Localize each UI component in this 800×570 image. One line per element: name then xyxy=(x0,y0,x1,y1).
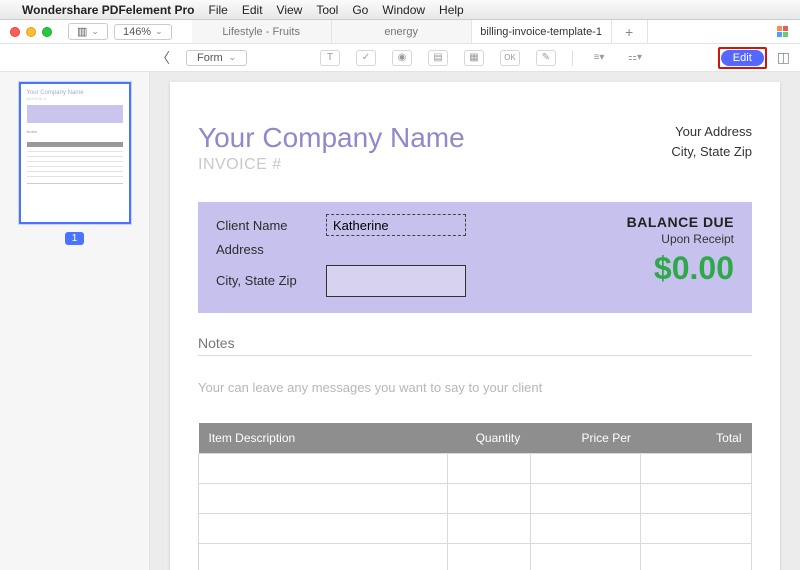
back-button[interactable]: 〈 xyxy=(150,48,176,68)
line-items-table: Item Description Quantity Price Per Tota… xyxy=(198,423,752,570)
address-line2: City, State Zip xyxy=(671,142,752,162)
app-grid-icon[interactable] xyxy=(777,26,788,37)
tab-billing-invoice[interactable]: billing-invoice-template-1 xyxy=(472,20,612,43)
chevron-down-icon: ⌄ xyxy=(155,26,163,37)
mode-dropdown[interactable]: Form ⌄ xyxy=(186,50,247,66)
separator xyxy=(572,50,573,66)
divider xyxy=(198,355,752,356)
upon-receipt-label: Upon Receipt xyxy=(627,232,734,246)
text-field-tool-icon[interactable]: T xyxy=(320,50,340,66)
tab-lifestyle[interactable]: Lifestyle - Fruits xyxy=(192,20,332,43)
menu-file[interactable]: File xyxy=(209,3,228,17)
radio-tool-icon[interactable]: ◉ xyxy=(392,50,412,66)
col-quantity: Quantity xyxy=(447,423,530,454)
document-page: Your Company Name INVOICE # Your Address… xyxy=(170,82,780,570)
close-window-icon[interactable] xyxy=(10,27,20,37)
main-area: Your Company Name INVOICE # Notes 1 Your… xyxy=(0,72,800,570)
signature-tool-icon[interactable]: ✎ xyxy=(536,50,556,66)
chevron-down-icon: ⌄ xyxy=(229,52,237,63)
client-address-field[interactable] xyxy=(326,265,466,297)
new-tab-button[interactable]: + xyxy=(612,20,648,43)
zoom-value: 146% xyxy=(123,26,151,38)
edit-button-highlight: Edit xyxy=(718,47,767,69)
menu-go[interactable]: Go xyxy=(352,3,368,17)
page-number-badge[interactable]: 1 xyxy=(65,232,85,245)
more-tools-icon[interactable]: ⚏▾ xyxy=(625,50,645,66)
invoice-label: INVOICE # xyxy=(198,156,465,174)
document-tabs: Lifestyle - Fruits energy billing-invoic… xyxy=(192,20,777,43)
menu-tool[interactable]: Tool xyxy=(316,3,338,17)
combo-tool-icon[interactable]: ▤ xyxy=(428,50,448,66)
page-thumbnail-1[interactable]: Your Company Name INVOICE # Notes xyxy=(19,82,131,224)
sidebar-view-dropdown[interactable]: ▥⌄ xyxy=(68,23,108,40)
table-row[interactable] xyxy=(199,544,752,570)
thumbnail-sidebar: Your Company Name INVOICE # Notes 1 xyxy=(0,72,150,570)
client-name-field[interactable] xyxy=(326,214,466,236)
notes-label: Notes xyxy=(198,335,752,351)
sidebar-view-icon: ▥ xyxy=(77,25,87,38)
balance-box: Client Name Address City, State Zip BALA… xyxy=(198,202,752,313)
balance-due-label: BALANCE DUE xyxy=(627,214,734,230)
client-address-label: Address xyxy=(216,242,326,257)
notes-placeholder[interactable]: Your can leave any messages you want to … xyxy=(198,380,752,395)
button-tool-icon[interactable]: OK xyxy=(500,50,520,66)
checkbox-tool-icon[interactable]: ✓ xyxy=(356,50,376,66)
mode-label: Form xyxy=(197,52,223,64)
fullscreen-window-icon[interactable] xyxy=(42,27,52,37)
document-canvas[interactable]: Your Company Name INVOICE # Your Address… xyxy=(150,72,800,570)
menu-edit[interactable]: Edit xyxy=(242,3,263,17)
col-item-description: Item Description xyxy=(199,423,448,454)
align-tool-icon[interactable]: ≡▾ xyxy=(589,50,609,66)
menu-help[interactable]: Help xyxy=(439,3,464,17)
window-controls xyxy=(0,27,62,37)
col-price-per: Price Per xyxy=(530,423,641,454)
menu-window[interactable]: Window xyxy=(382,3,425,17)
table-row[interactable] xyxy=(199,484,752,514)
col-total: Total xyxy=(641,423,752,454)
minimize-window-icon[interactable] xyxy=(26,27,36,37)
table-row[interactable] xyxy=(199,514,752,544)
menu-view[interactable]: View xyxy=(277,3,303,17)
address-line1: Your Address xyxy=(671,122,752,142)
form-tools: T ✓ ◉ ▤ ▦ OK ✎ ≡▾ ⚏▾ xyxy=(257,50,708,66)
chevron-down-icon: ⌄ xyxy=(91,26,99,37)
listbox-tool-icon[interactable]: ▦ xyxy=(464,50,484,66)
tab-energy[interactable]: energy xyxy=(332,20,472,43)
window-toolbar: ▥⌄ 146%⌄ Lifestyle - Fruits energy billi… xyxy=(0,20,800,44)
app-name[interactable]: Wondershare PDFelement Pro xyxy=(22,3,195,17)
client-city-label: City, State Zip xyxy=(216,273,326,288)
edit-button[interactable]: Edit xyxy=(721,50,764,66)
table-row[interactable] xyxy=(199,454,752,484)
company-name: Your Company Name xyxy=(198,122,465,154)
form-toolbar: 〈 Form ⌄ T ✓ ◉ ▤ ▦ OK ✎ ≡▾ ⚏▾ Edit ◫ xyxy=(0,44,800,72)
side-panel-toggle-icon[interactable]: ◫ xyxy=(777,49,790,66)
client-name-label: Client Name xyxy=(216,218,326,233)
mac-menubar: Wondershare PDFelement Pro File Edit Vie… xyxy=(0,0,800,20)
zoom-dropdown[interactable]: 146% ⌄ xyxy=(114,24,172,40)
balance-amount: $0.00 xyxy=(627,250,734,287)
company-address: Your Address City, State Zip xyxy=(671,122,752,161)
